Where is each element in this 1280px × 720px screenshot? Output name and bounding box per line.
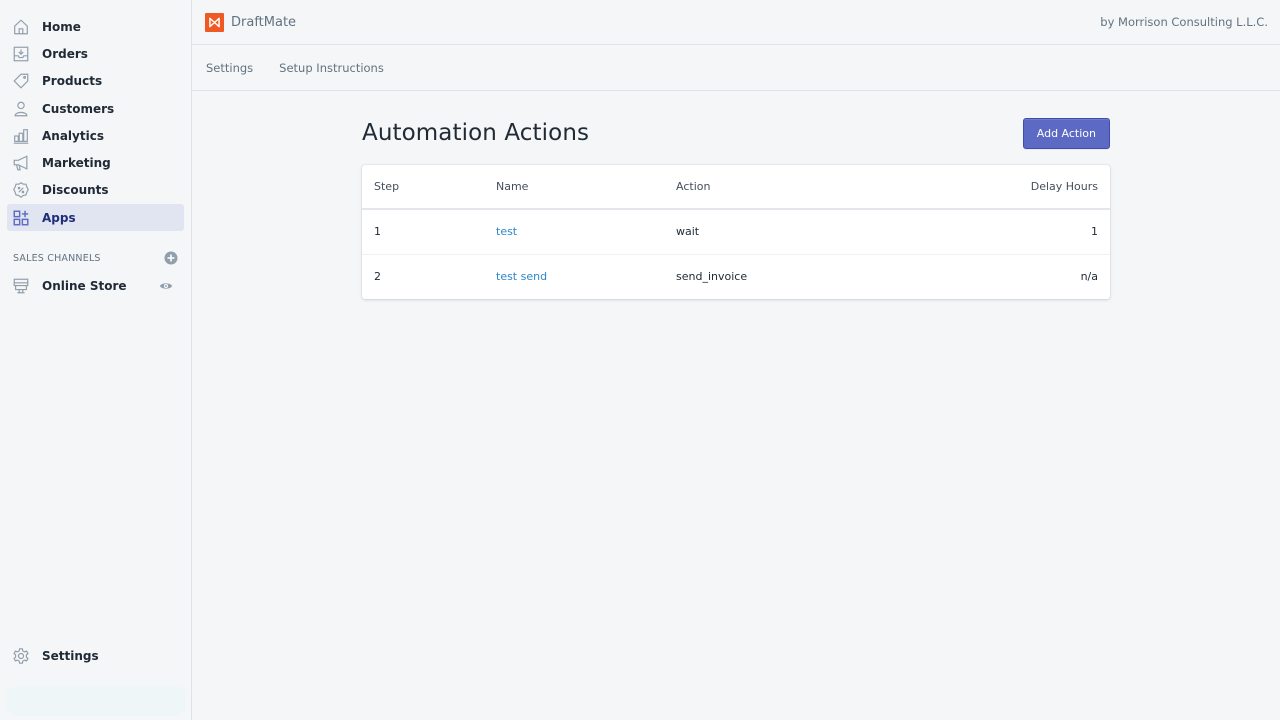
- sidebar-item-label: Orders: [42, 46, 88, 61]
- sidebar-item-marketing[interactable]: Marketing: [7, 149, 184, 176]
- add-action-button[interactable]: Add Action: [1022, 117, 1110, 149]
- tag-icon: [12, 72, 30, 90]
- sidebar-item-label: Online Store: [42, 279, 127, 294]
- draftmate-logo-icon: [205, 12, 224, 32]
- bar-chart-icon: [12, 127, 30, 145]
- megaphone-icon: [12, 154, 30, 172]
- cell-action: wait: [676, 225, 700, 239]
- tab-setup-instructions[interactable]: Setup Instructions: [279, 61, 384, 75]
- orders-icon: [12, 45, 30, 63]
- table-row: 2 test send send_invoice n/a: [362, 253, 1110, 299]
- blurred-footer: [6, 686, 186, 716]
- sidebar-item-apps[interactable]: Apps: [7, 204, 184, 232]
- tab-settings[interactable]: Settings: [206, 61, 253, 75]
- app-brand: DraftMate: [205, 12, 297, 32]
- sidebar-item-discounts[interactable]: Discounts: [7, 177, 184, 204]
- gear-icon: [12, 647, 30, 665]
- sales-channels-header: SALES CHANNELS: [0, 248, 191, 268]
- home-icon: [12, 18, 30, 36]
- cell-step: 1: [374, 225, 381, 239]
- table-header-row: Step Name Action Delay Hours: [362, 165, 1110, 210]
- main-nav: Home Orders Products Customers Analytics: [0, 0, 191, 232]
- apps-icon: [12, 209, 30, 227]
- sidebar-item-online-store[interactable]: Online Store: [7, 272, 184, 299]
- cell-delay-hours: n/a: [891, 253, 1110, 299]
- sidebar-item-orders[interactable]: Orders: [7, 40, 184, 67]
- eye-icon[interactable]: [159, 279, 173, 293]
- action-name-link[interactable]: test send: [496, 270, 547, 283]
- column-header-step: Step: [362, 165, 484, 210]
- column-header-name: Name: [484, 165, 664, 210]
- cell-name: test send: [484, 253, 664, 299]
- page-header: Automation Actions Add Action: [362, 117, 1110, 149]
- actions-table-card: Step Name Action Delay Hours 1 test wait…: [362, 165, 1110, 299]
- person-icon: [12, 100, 30, 118]
- sidebar-item-label: Customers: [42, 101, 115, 116]
- app-tabs: Settings Setup Instructions: [192, 45, 1280, 91]
- sales-channels-label: SALES CHANNELS: [13, 252, 101, 264]
- column-header-delay-hours: Delay Hours: [891, 165, 1110, 210]
- sidebar-item-label: Home: [42, 19, 81, 34]
- app-header: DraftMate by Morrison Consulting L.L.C.: [192, 0, 1280, 45]
- cell-step: 2: [362, 253, 484, 299]
- page-title: Automation Actions: [362, 120, 590, 146]
- table-row: 1 test wait 1: [362, 209, 1110, 254]
- cell-action: send_invoice: [664, 253, 892, 299]
- sidebar-item-home[interactable]: Home: [7, 13, 184, 40]
- discount-icon: [12, 181, 30, 199]
- sidebar-item-label: Analytics: [42, 128, 104, 143]
- cell-name: test: [484, 209, 664, 254]
- sidebar: Home Orders Products Customers Analytics: [0, 0, 192, 720]
- sidebar-item-settings[interactable]: Settings: [7, 642, 185, 669]
- app-name: DraftMate: [231, 14, 297, 30]
- developer-byline: by Morrison Consulting L.L.C.: [1100, 15, 1268, 29]
- sidebar-item-customers[interactable]: Customers: [7, 95, 184, 122]
- sidebar-item-label: Settings: [42, 648, 99, 663]
- column-header-action: Action: [664, 165, 892, 210]
- sidebar-item-products[interactable]: Products: [7, 68, 184, 95]
- page-content: Automation Actions Add Action Step Name …: [362, 117, 1110, 299]
- main-area: DraftMate by Morrison Consulting L.L.C. …: [192, 0, 1280, 720]
- actions-table: Step Name Action Delay Hours 1 test wait…: [362, 165, 1110, 299]
- sidebar-item-label: Apps: [42, 210, 76, 225]
- action-name-link[interactable]: test: [496, 225, 517, 238]
- store-icon: [12, 277, 30, 295]
- sidebar-item-analytics[interactable]: Analytics: [7, 122, 184, 149]
- sidebar-item-label: Marketing: [42, 156, 111, 171]
- sidebar-item-label: Discounts: [42, 183, 109, 198]
- sidebar-item-label: Products: [42, 74, 103, 89]
- add-channel-icon[interactable]: [164, 251, 178, 265]
- cell-delay-hours: 1: [1091, 225, 1098, 239]
